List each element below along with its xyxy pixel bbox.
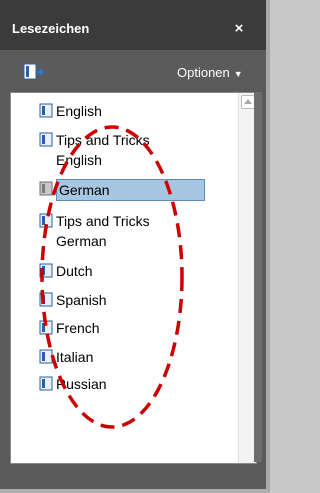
panel-header: Lesezeichen × — [0, 0, 266, 50]
bookmark-tool-icon[interactable] — [22, 63, 46, 81]
bookmark-icon — [39, 320, 53, 335]
bookmark-label: German — [56, 179, 205, 201]
bookmark-tree[interactable]: English Tips and Tricks English German T… — [10, 92, 257, 464]
options-menu-button[interactable]: Optionen ▼ — [177, 65, 243, 80]
bookmark-icon — [39, 213, 53, 228]
bookmark-icon — [39, 349, 53, 364]
bookmark-icon — [39, 181, 53, 196]
bookmark-icon — [39, 263, 53, 278]
bookmark-label: Tips and Tricks German — [56, 213, 150, 249]
bookmark-label: Russian — [56, 376, 107, 392]
bookmark-icon — [39, 376, 53, 391]
bookmark-icon — [39, 132, 53, 147]
bookmark-label: Spanish — [56, 292, 107, 308]
close-icon[interactable]: × — [233, 21, 245, 36]
panel-splitter[interactable] — [254, 92, 262, 462]
bookmark-icon — [39, 292, 53, 307]
bookmark-label: English — [56, 103, 102, 119]
panel-title: Lesezeichen — [12, 21, 90, 36]
scroll-up-button[interactable] — [241, 95, 255, 109]
bookmark-label: Dutch — [56, 263, 93, 279]
bookmarks-panel: Lesezeichen × Optionen ▼ English Tips and… — [0, 0, 270, 493]
bookmark-label: Tips and Tricks English — [56, 132, 150, 168]
options-label: Optionen — [177, 65, 230, 80]
chevron-down-icon: ▼ — [233, 69, 243, 79]
bookmark-icon — [39, 103, 53, 118]
bookmark-label: French — [56, 320, 100, 336]
bookmark-label: Italian — [56, 349, 94, 365]
